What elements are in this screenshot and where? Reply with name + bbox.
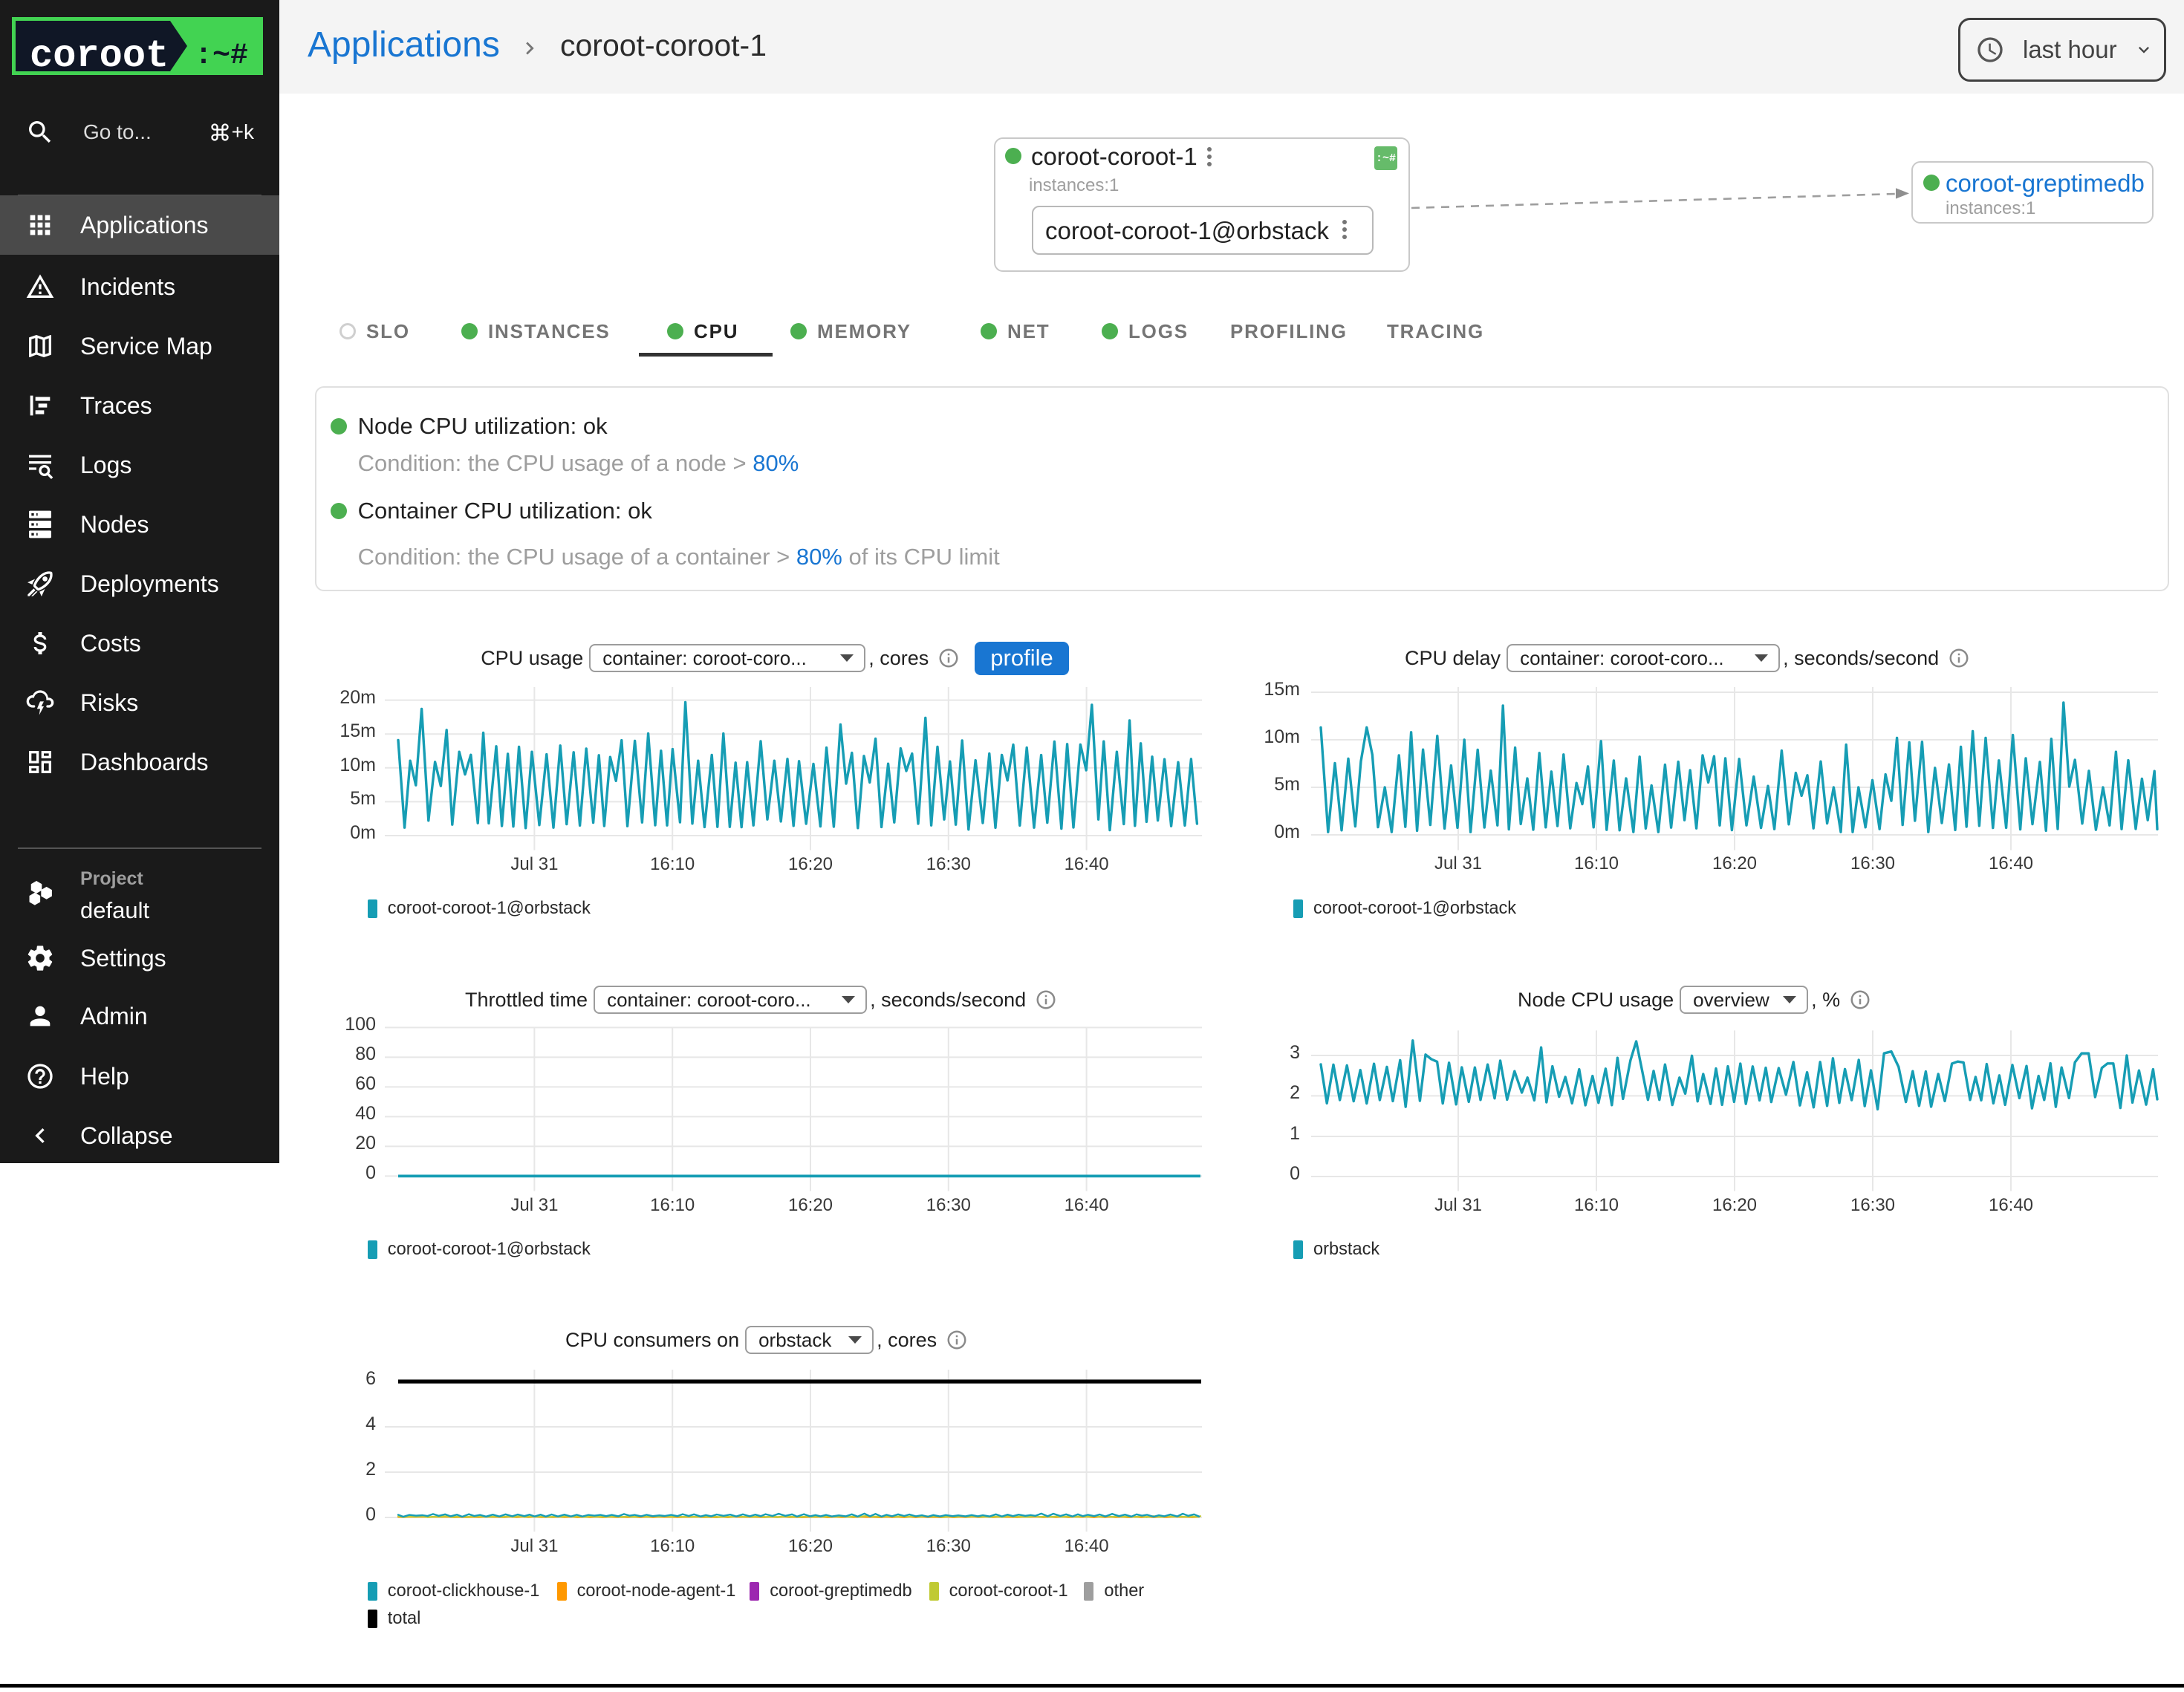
svg-text::~#: :~# <box>195 39 248 73</box>
svg-text:coroot: coroot <box>30 34 169 75</box>
